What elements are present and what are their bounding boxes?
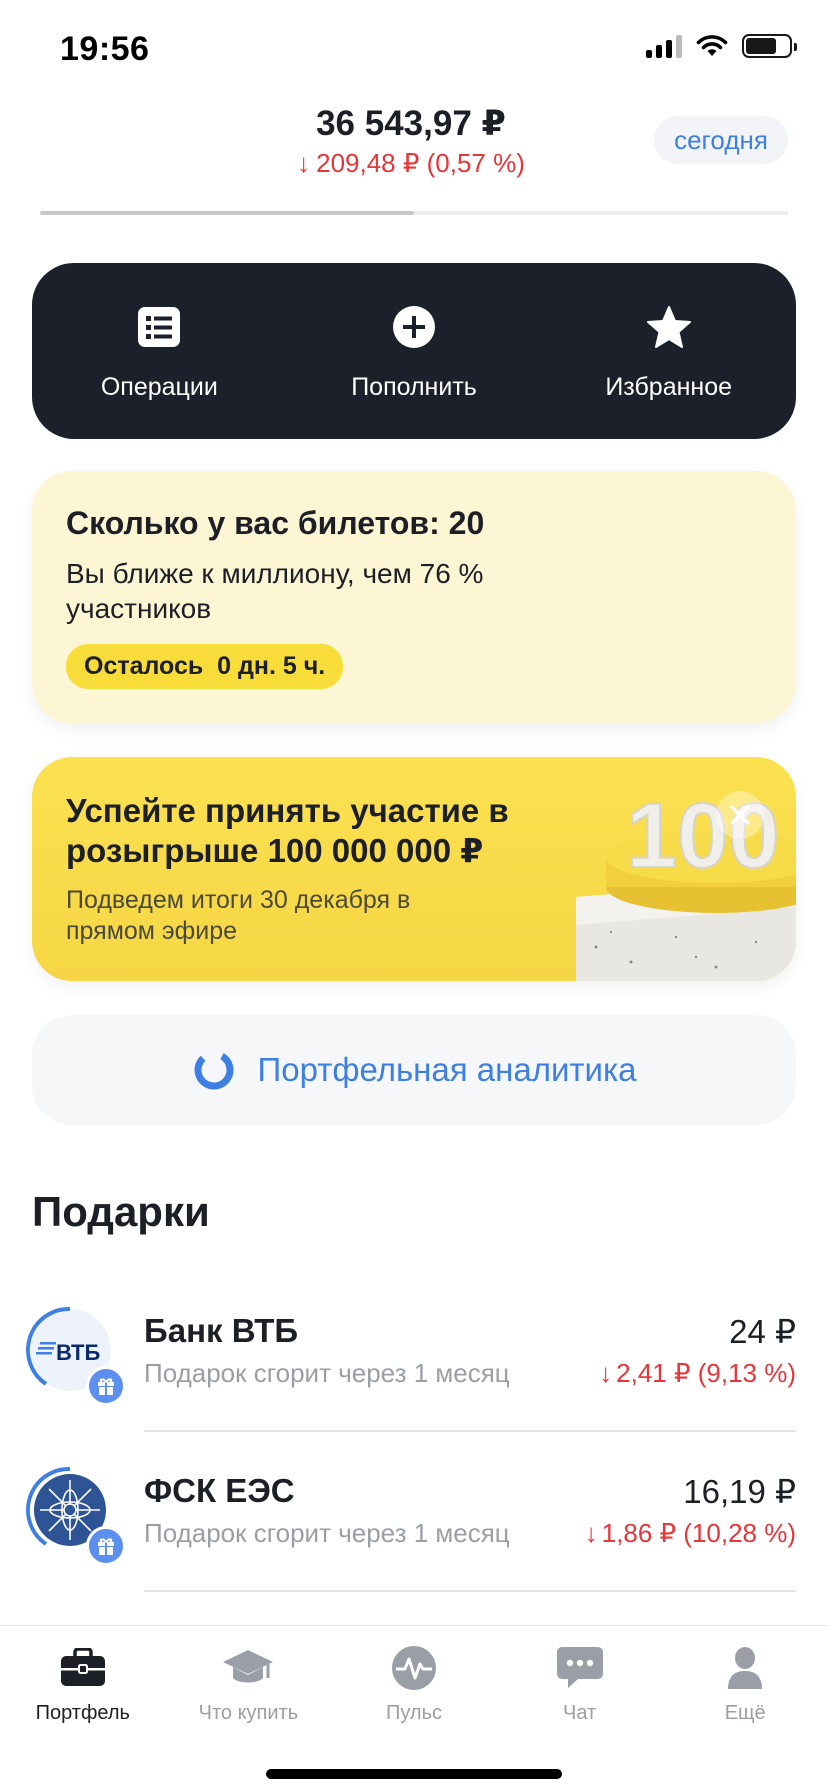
gift-name: ФСК ЕЭС [144, 1472, 295, 1509]
cellular-signal-icon [646, 34, 682, 58]
gifts-section-title: Подарки [32, 1188, 210, 1235]
gift-change-value: 1,86 ₽ (10,28 %) [601, 1518, 796, 1548]
status-time: 19:56 [60, 30, 150, 68]
divider [144, 1430, 796, 1432]
briefcase-icon [57, 1644, 109, 1692]
tickets-text: Вы ближе к миллиону, чем 76 % участников [66, 558, 484, 624]
gift-row-vtb[interactable]: ВТБ Банк ВТБ Подарок сгорит через 1 меся… [24, 1300, 796, 1460]
tab-label: Что купить [198, 1702, 299, 1724]
time-left-badge: Осталось 0 дн. 5 ч. [66, 644, 344, 689]
star-icon [646, 305, 691, 349]
status-bar: 19:56 [0, 0, 828, 100]
tab-label: Портфель [35, 1702, 130, 1724]
list-icon [137, 305, 181, 349]
chat-icon [554, 1644, 606, 1692]
down-arrow-icon: ↓ [584, 1518, 598, 1548]
tab-pulse[interactable]: Пульс [331, 1626, 497, 1746]
operations-button[interactable]: Операции [32, 263, 287, 439]
gift-name: Банк ВТБ [144, 1312, 299, 1349]
down-arrow-icon: ↓ [599, 1358, 613, 1388]
gift-subtitle: Подарок сгорит через 1 месяц [144, 1518, 510, 1548]
pulse-icon [388, 1644, 440, 1692]
balance-progress-bar [40, 211, 788, 215]
top-up-label: Пополнить [351, 373, 477, 401]
analytics-label: Портфельная аналитика [257, 1051, 637, 1088]
tab-bar: Портфель Что купить Пульс Чат Ещё [0, 1625, 828, 1792]
tab-label: Ещё [724, 1702, 766, 1724]
promo-banner[interactable]: Успейте принять участие в розыгрыше 100 … [32, 757, 796, 981]
close-promo-button[interactable] [716, 791, 764, 839]
gift-change: ↓ 2,41 ₽ (9,13 %) [599, 1358, 796, 1389]
tickets-card[interactable]: Сколько у вас билетов: 20 Вы ближе к мил… [32, 471, 796, 723]
top-up-button[interactable]: Пополнить [287, 263, 542, 439]
vtb-logo-text: ВТБ [56, 1340, 100, 1365]
down-arrow-icon: ↓ [297, 148, 311, 178]
home-indicator[interactable] [266, 1769, 562, 1779]
balance-progress-fill [40, 211, 414, 215]
donut-chart-icon [194, 1050, 234, 1090]
operations-label: Операции [100, 373, 218, 401]
promo-text: Подведем итоги 30 декабря в прямом эфире [66, 886, 411, 945]
gift-icon [98, 1538, 114, 1555]
gift-value: 16,19 ₽ [683, 1473, 796, 1510]
profile-icon [719, 1644, 771, 1692]
close-icon [730, 805, 750, 825]
battery-icon [742, 34, 797, 58]
tab-portfolio[interactable]: Портфель [0, 1626, 166, 1746]
tab-label: Пульс [385, 1702, 442, 1724]
portfolio-analytics-button[interactable]: Портфельная аналитика [32, 1015, 796, 1125]
gift-subtitle: Подарок сгорит через 1 месяц [144, 1358, 510, 1388]
tab-more[interactable]: Ещё [662, 1626, 828, 1746]
divider [144, 1590, 796, 1592]
tab-chat[interactable]: Чат [497, 1626, 663, 1746]
tab-label: Чат [562, 1702, 597, 1724]
gift-value: 24 ₽ [729, 1313, 796, 1350]
tickets-title: Сколько у вас билетов: 20 [66, 505, 485, 541]
balance-change-value: 209,48 ₽ (0,57 %) [316, 148, 525, 178]
favorites-label: Избранное [605, 373, 733, 401]
plus-circle-icon [392, 305, 436, 349]
gift-change-value: 2,41 ₽ (9,13 %) [616, 1358, 796, 1388]
gift-badge [86, 1526, 126, 1566]
quick-actions-panel: Операции Пополнить Избранное [32, 263, 796, 439]
favorites-button[interactable]: Избранное [541, 263, 796, 439]
status-icons [646, 34, 797, 58]
period-selector-button[interactable]: сегодня [654, 116, 788, 164]
promo-title: Успейте принять участие в розыгрыше 100 … [66, 792, 509, 869]
gift-change: ↓ 1,86 ₽ (10,28 %) [585, 1518, 796, 1549]
gift-icon [98, 1378, 114, 1395]
wifi-icon [696, 35, 728, 56]
graduation-cap-icon [222, 1644, 274, 1692]
gift-badge [86, 1366, 126, 1406]
gift-row-fsk-ees[interactable]: ФСК ЕЭС Подарок сгорит через 1 месяц 16,… [24, 1460, 796, 1620]
tab-what-to-buy[interactable]: Что купить [166, 1626, 332, 1746]
